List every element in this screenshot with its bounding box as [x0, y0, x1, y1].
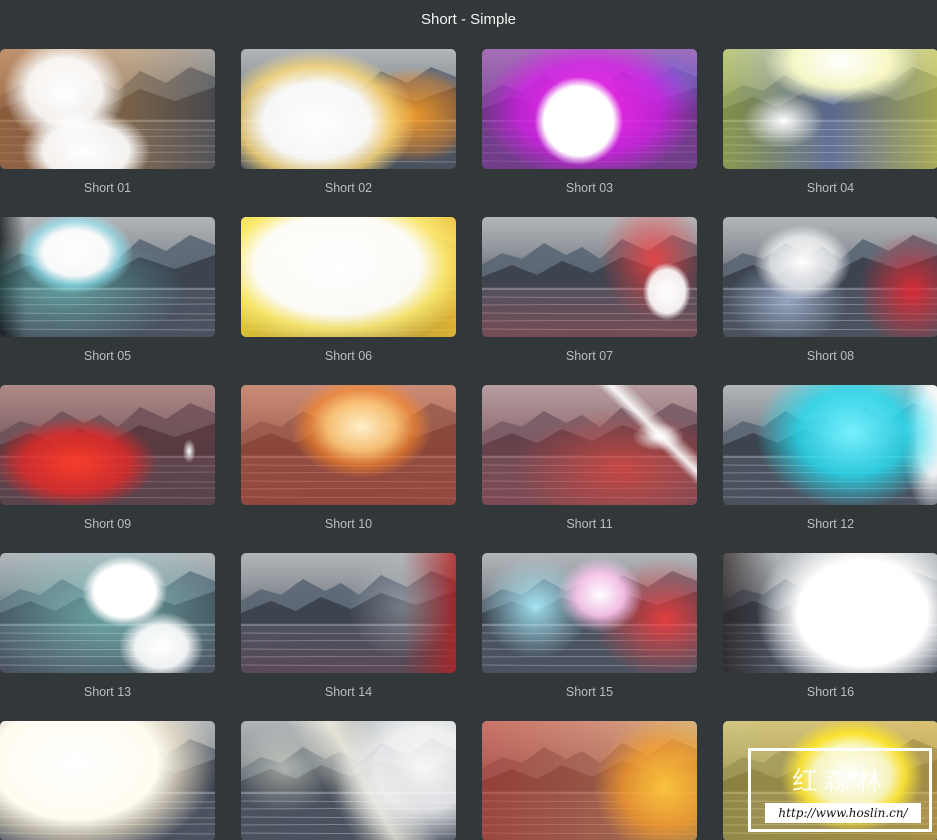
preset-thumbnail[interactable]: [241, 49, 456, 169]
lens-flare-overlay: [241, 49, 456, 169]
preset-label: Short 10: [324, 517, 373, 531]
preset-tile[interactable]: Short 07: [482, 217, 697, 367]
preset-label: Short 08: [806, 349, 855, 363]
lens-flare-overlay: [723, 553, 937, 673]
preset-thumbnail[interactable]: [723, 553, 937, 673]
preset-thumbnail[interactable]: [241, 553, 456, 673]
preset-label: Short 12: [806, 517, 855, 531]
lens-flare-overlay: [482, 553, 697, 673]
lens-flare-overlay: [0, 385, 215, 505]
watermark-url: http://www.hoslin.cn/: [765, 803, 921, 823]
lens-flare-overlay: [723, 49, 937, 169]
preset-label: Short 11: [566, 517, 613, 531]
lens-flare-overlay: [0, 217, 215, 337]
preset-tile[interactable]: Short 08: [723, 217, 937, 367]
preset-label: Short 02: [324, 181, 373, 195]
preset-tile[interactable]: Short 05: [0, 217, 215, 367]
preset-label: Short 01: [83, 181, 132, 195]
preset-tile[interactable]: Short 14: [241, 553, 456, 703]
preset-label: Short 15: [565, 685, 614, 699]
lens-flare-overlay: [0, 553, 215, 673]
preset-tile[interactable]: Short 02: [241, 49, 456, 199]
preset-tile[interactable]: Short 01: [0, 49, 215, 199]
lens-flare-overlay: [0, 49, 215, 169]
watermark-logo: 红森林: [791, 767, 888, 797]
preset-thumbnail[interactable]: [723, 49, 937, 169]
preset-thumbnail[interactable]: [0, 49, 215, 169]
lens-flare-overlay: [482, 385, 697, 505]
lens-flare-overlay: [0, 721, 215, 840]
lens-flare-overlay: [482, 49, 697, 169]
preset-tile[interactable]: Short 11: [482, 385, 697, 535]
preset-grid: Short 01 Short 02 Short 03 Short 04 Short 05…: [0, 49, 937, 840]
watermark: 红森林 http://www.hoslin.cn/: [748, 748, 932, 832]
lens-flare-overlay: [241, 553, 456, 673]
preset-thumbnail[interactable]: [482, 721, 697, 840]
preset-thumbnail[interactable]: [482, 49, 697, 169]
preset-thumbnail[interactable]: [482, 553, 697, 673]
preset-label: Short 14: [324, 685, 373, 699]
lens-flare-overlay: [241, 217, 456, 337]
lens-flare-overlay: [241, 385, 456, 505]
preset-tile[interactable]: Short 04: [723, 49, 937, 199]
preset-thumbnail[interactable]: [0, 553, 215, 673]
preset-tile[interactable]: [482, 721, 697, 840]
preset-thumbnail[interactable]: [723, 217, 937, 337]
preset-thumbnail[interactable]: [482, 385, 697, 505]
preset-thumbnail[interactable]: [0, 217, 215, 337]
lens-flare-overlay: [482, 721, 697, 840]
preset-tile[interactable]: Short 06: [241, 217, 456, 367]
preset-tile[interactable]: Short 12: [723, 385, 937, 535]
preset-label: Short 05: [83, 349, 132, 363]
preset-thumbnail[interactable]: [241, 217, 456, 337]
preset-tile[interactable]: Short 09: [0, 385, 215, 535]
preset-thumbnail[interactable]: [241, 721, 456, 840]
preset-tile[interactable]: [241, 721, 456, 840]
lens-flare-overlay: [482, 217, 697, 337]
preset-thumbnail[interactable]: [723, 385, 937, 505]
preset-thumbnail[interactable]: [241, 385, 456, 505]
preset-tile[interactable]: Short 15: [482, 553, 697, 703]
preset-thumbnail[interactable]: [482, 217, 697, 337]
preset-label: Short 04: [806, 181, 855, 195]
preset-label: Short 07: [565, 349, 614, 363]
lens-flare-overlay: [723, 385, 937, 505]
lens-flare-overlay: [241, 721, 456, 840]
preset-tile[interactable]: Short 03: [482, 49, 697, 199]
preset-tile[interactable]: Short 10: [241, 385, 456, 535]
preset-tile[interactable]: Short 16: [723, 553, 937, 703]
preset-tile[interactable]: [0, 721, 215, 840]
preset-thumbnail[interactable]: [0, 385, 215, 505]
page-title: Short - Simple: [420, 11, 517, 28]
preset-label: Short 03: [565, 181, 614, 195]
lens-flare-overlay: [723, 217, 937, 337]
preset-label: Short 13: [83, 685, 132, 699]
preset-label: Short 16: [806, 685, 855, 699]
preset-tile[interactable]: Short 13: [0, 553, 215, 703]
preset-label: Short 06: [324, 349, 373, 363]
preset-thumbnail[interactable]: [0, 721, 215, 840]
preset-label: Short 09: [83, 517, 132, 531]
